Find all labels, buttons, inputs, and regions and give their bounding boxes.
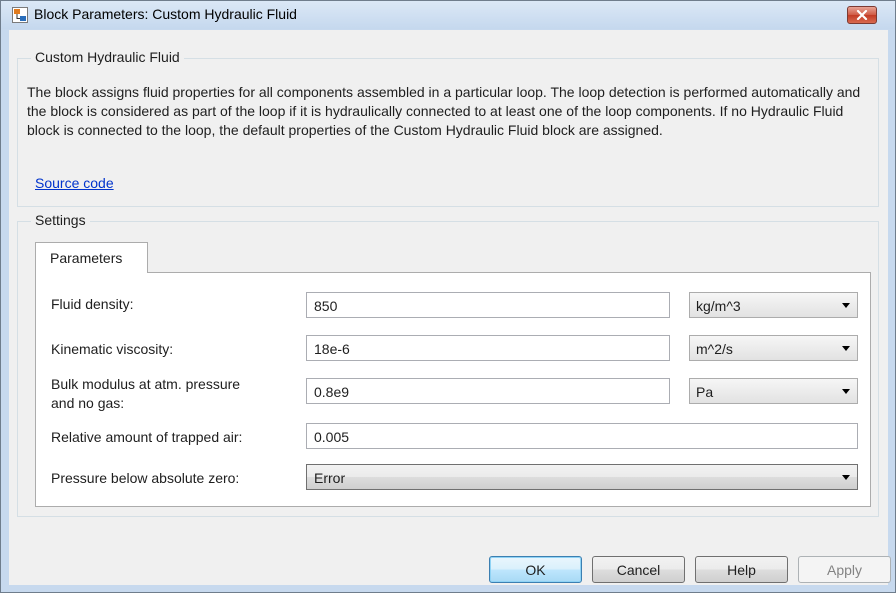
trapped-air-label: Relative amount of trapped air: xyxy=(51,429,243,445)
bulk-modulus-label-line2: and no gas: xyxy=(51,395,125,411)
tab-parameters[interactable]: Parameters xyxy=(35,242,148,273)
cancel-button[interactable]: Cancel xyxy=(592,556,685,583)
bulk-modulus-field[interactable]: 0.8e9 xyxy=(306,378,670,404)
pressure-below-zero-select[interactable]: Error xyxy=(306,464,858,490)
kinematic-viscosity-unit-select[interactable]: m^2/s xyxy=(689,335,858,361)
chevron-down-icon xyxy=(842,475,850,480)
settings-title: Settings xyxy=(31,212,90,228)
block-parameters-dialog: Block Parameters: Custom Hydraulic Fluid… xyxy=(0,0,896,593)
kinematic-viscosity-unit-value: m^2/s xyxy=(696,341,733,357)
source-code-link[interactable]: Source code xyxy=(35,175,114,191)
chevron-down-icon xyxy=(842,389,850,394)
title-bar[interactable]: Block Parameters: Custom Hydraulic Fluid xyxy=(1,1,895,29)
pressure-below-zero-value: Error xyxy=(314,470,346,486)
chevron-down-icon xyxy=(842,303,850,308)
window-title: Block Parameters: Custom Hydraulic Fluid xyxy=(34,6,297,22)
block-description-text: The block assigns fluid properties for a… xyxy=(27,84,861,138)
fluid-density-unit-select[interactable]: kg/m^3 xyxy=(689,292,858,318)
bulk-modulus-unit-select[interactable]: Pa xyxy=(689,378,858,404)
close-button[interactable] xyxy=(847,6,877,24)
kinematic-viscosity-label: Kinematic viscosity: xyxy=(51,341,174,357)
pressure-below-zero-label: Pressure below absolute zero: xyxy=(51,470,240,486)
help-button[interactable]: Help xyxy=(695,556,788,583)
fluid-density-label: Fluid density: xyxy=(51,296,134,312)
block-description-title: Custom Hydraulic Fluid xyxy=(31,49,184,65)
fluid-density-field[interactable]: 850 xyxy=(306,292,670,318)
fluid-density-unit-value: kg/m^3 xyxy=(696,298,741,314)
ok-button[interactable]: OK xyxy=(489,556,582,583)
kinematic-viscosity-field[interactable]: 18e-6 xyxy=(306,335,670,361)
apply-button[interactable]: Apply xyxy=(798,556,891,583)
chevron-down-icon xyxy=(842,346,850,351)
bulk-modulus-unit-value: Pa xyxy=(696,384,714,400)
close-icon xyxy=(856,10,868,20)
trapped-air-field[interactable]: 0.005 xyxy=(306,423,858,449)
bulk-modulus-label-line1: Bulk modulus at atm. pressure xyxy=(51,376,241,392)
simulink-block-icon xyxy=(12,7,28,23)
